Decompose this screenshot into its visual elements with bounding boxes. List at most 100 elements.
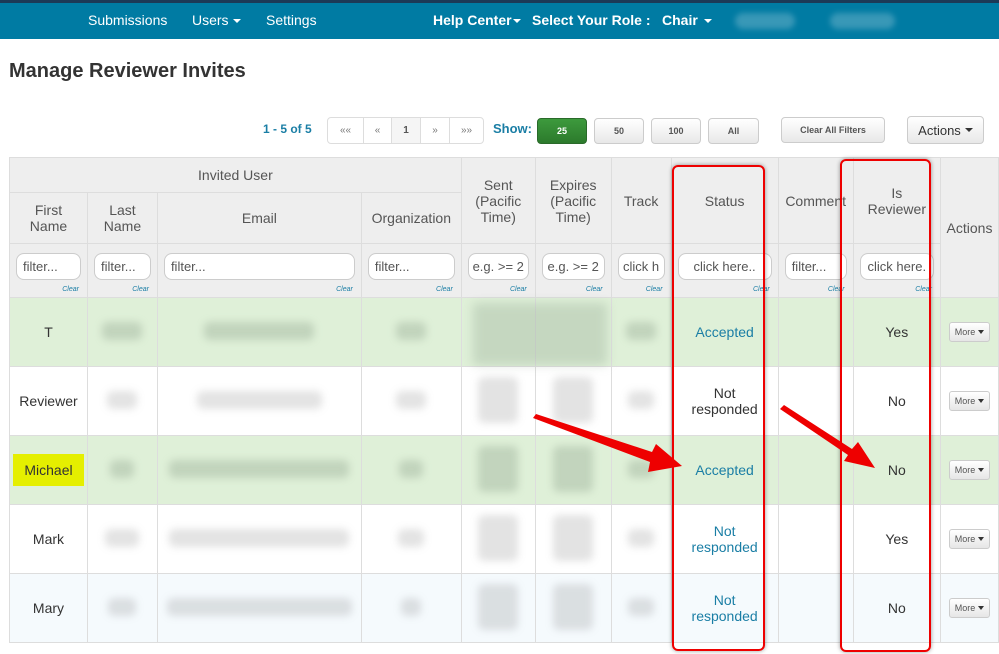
clear-organization-link[interactable]: Clear <box>436 286 453 293</box>
filter-organization-input[interactable]: filter... <box>367 253 455 280</box>
filter-email-input[interactable]: filter... <box>163 253 355 280</box>
redacted-date-block <box>473 303 607 365</box>
is-reviewer-cell: Yes <box>852 504 941 574</box>
clear-is-reviewer-link[interactable]: Clear <box>915 286 932 293</box>
actions-cell: More <box>939 573 999 643</box>
filter-expires-input[interactable]: e.g. >= 2 <box>541 253 605 280</box>
nav-submissions[interactable]: Submissions <box>88 12 167 28</box>
header-expires[interactable]: Expires (Pacific Time) <box>534 157 612 244</box>
email-cell <box>156 366 362 436</box>
header-email[interactable]: Email <box>156 192 362 244</box>
status-link[interactable]: Not responded <box>692 523 758 555</box>
header-status[interactable]: Status <box>670 157 779 244</box>
actions-cell: More <box>939 297 999 367</box>
status-link[interactable]: Accepted <box>695 324 753 340</box>
actions-cell: More <box>939 435 999 505</box>
filter-comment-input[interactable]: filter... <box>784 253 847 280</box>
comment-cell <box>777 573 854 643</box>
redacted-text <box>478 583 519 630</box>
pagination: «« « 1 » »» <box>327 117 484 144</box>
header-track[interactable]: Track <box>610 157 672 244</box>
last-page-button[interactable]: »» <box>449 118 483 143</box>
blurred-account-menu[interactable] <box>830 13 895 29</box>
organization-cell <box>360 573 462 643</box>
first-page-button[interactable]: «« <box>328 118 363 143</box>
header-is-reviewer[interactable]: Is Reviewer <box>852 157 941 244</box>
comment-cell <box>777 435 854 505</box>
nav-users[interactable]: Users <box>192 12 241 28</box>
status-link[interactable]: Accepted <box>695 462 753 478</box>
show-100-button[interactable]: 100 <box>651 118 701 144</box>
status-cell: Not responded <box>670 504 779 574</box>
chevron-down-icon <box>978 468 985 472</box>
redacted-text <box>478 376 519 423</box>
sent-cell <box>460 573 536 643</box>
more-button[interactable]: More <box>948 391 991 411</box>
filter-comment-cell: filter... Clear <box>777 243 854 298</box>
clear-expires-link[interactable]: Clear <box>586 286 603 293</box>
show-50-button[interactable]: 50 <box>594 118 644 144</box>
show-25-button[interactable]: 25 <box>537 118 587 144</box>
filter-is-reviewer-input[interactable]: click here. <box>859 253 934 280</box>
nav-help-center[interactable]: Help Center <box>433 12 521 28</box>
organization-cell <box>360 435 462 505</box>
clear-sent-link[interactable]: Clear <box>510 286 527 293</box>
nav-help-center-label: Help Center <box>433 12 512 28</box>
next-page-button[interactable]: » <box>420 118 449 143</box>
header-sent[interactable]: Sent (Pacific Time) <box>460 157 536 244</box>
redacted-text <box>399 459 424 478</box>
actions-dropdown-button[interactable]: Actions <box>907 116 984 144</box>
filter-track-cell: click h Clear <box>610 243 672 298</box>
chevron-down-icon <box>232 19 241 24</box>
redacted-text <box>204 321 315 340</box>
show-all-button[interactable]: All <box>708 118 759 144</box>
clear-email-link[interactable]: Clear <box>336 286 353 293</box>
more-label: More <box>954 465 976 475</box>
clear-all-filters-button[interactable]: Clear All Filters <box>781 117 885 143</box>
expires-cell <box>534 366 612 436</box>
header-comment[interactable]: Comment <box>777 157 854 244</box>
more-button[interactable]: More <box>948 460 991 480</box>
blurred-user-menu[interactable] <box>735 13 795 29</box>
select-role-label: Select Your Role : <box>532 12 651 28</box>
header-last-name[interactable]: Last Name <box>86 192 158 244</box>
clear-comment-link[interactable]: Clear <box>828 286 845 293</box>
nav-settings[interactable]: Settings <box>266 12 317 28</box>
filter-organization-cell: filter... Clear <box>360 243 462 298</box>
redacted-text <box>166 597 352 616</box>
highlighted-first-name: Michael <box>13 454 84 486</box>
page-1-button[interactable]: 1 <box>391 118 420 143</box>
clear-last-name-link[interactable]: Clear <box>132 286 149 293</box>
sent-cell <box>460 504 536 574</box>
email-cell <box>156 504 362 574</box>
role-dropdown[interactable]: Chair <box>662 12 712 28</box>
more-button[interactable]: More <box>948 598 991 618</box>
filter-track-input[interactable]: click h <box>617 253 665 280</box>
header-first-name[interactable]: First Name <box>9 192 88 244</box>
status-link[interactable]: Not responded <box>692 592 758 624</box>
more-button[interactable]: More <box>948 529 991 549</box>
prev-page-button[interactable]: « <box>363 118 391 143</box>
redacted-text <box>628 459 655 478</box>
clear-track-link[interactable]: Clear <box>646 286 663 293</box>
filter-first-name-input[interactable]: filter... <box>16 253 81 280</box>
filter-status-input[interactable]: click here.. <box>677 253 772 280</box>
more-button[interactable]: More <box>948 322 991 342</box>
header-organization[interactable]: Organization <box>360 192 462 244</box>
redacted-text <box>553 514 594 561</box>
redacted-text <box>105 528 140 547</box>
redacted-text <box>626 321 657 340</box>
redacted-text <box>108 597 137 616</box>
clear-first-name-link[interactable]: Clear <box>62 286 79 293</box>
clear-status-link[interactable]: Clear <box>753 286 770 293</box>
expires-cell <box>534 435 612 505</box>
filter-last-name-input[interactable]: filter... <box>93 253 151 280</box>
redacted-text <box>628 528 655 547</box>
first-name-cell: T <box>9 297 88 367</box>
email-cell <box>156 435 362 505</box>
filter-sent-input[interactable]: e.g. >= 2 <box>467 253 529 280</box>
redacted-text <box>107 390 138 409</box>
more-label: More <box>954 534 976 544</box>
chevron-down-icon <box>978 606 985 610</box>
pagination-info: 1 - 5 of 5 <box>263 122 312 136</box>
